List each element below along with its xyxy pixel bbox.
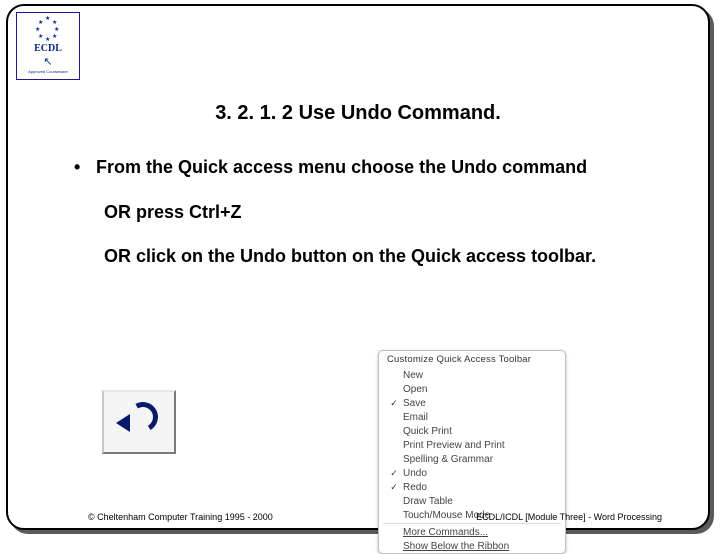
- menu-item-spelling[interactable]: Spelling & Grammar: [379, 452, 565, 466]
- menu-item-undo[interactable]: ✓Undo: [379, 466, 565, 480]
- check-icon: ✓: [385, 468, 403, 479]
- slide-frame: ★ ★ ★ ★ ★ ★ ★ ★ ECDL ↖ Approved Coursewa…: [6, 4, 710, 530]
- check-icon: ✓: [385, 482, 403, 493]
- customize-quick-access-toolbar-menu: Customize Quick Access Toolbar New Open …: [378, 350, 566, 554]
- menu-item-quick-print[interactable]: Quick Print: [379, 424, 565, 438]
- menu-title: Customize Quick Access Toolbar: [379, 351, 565, 368]
- line-3: OR click on the Undo button on the Quick…: [104, 245, 668, 268]
- l3-pre: OR click on the: [104, 246, 240, 266]
- menu-item-label: Draw Table: [403, 496, 453, 507]
- menu-item-show-below[interactable]: Show Below the Ribbon: [379, 539, 565, 553]
- cursor-icon: ↖: [43, 55, 52, 68]
- menu-item-open[interactable]: Open: [379, 382, 565, 396]
- bullet-1-text: From the Quick access menu choose the Un…: [96, 156, 668, 179]
- menu-item-label: Spelling & Grammar: [403, 454, 493, 465]
- footer-left: © Cheltenham Computer Training 1995 - 20…: [88, 512, 273, 522]
- menu-separator: [383, 523, 561, 524]
- ecdl-logo: ★ ★ ★ ★ ★ ★ ★ ★ ECDL ↖ Approved Coursewa…: [16, 12, 80, 80]
- bullet-dot-icon: •: [74, 156, 96, 178]
- l2-pre: OR press: [104, 202, 189, 222]
- menu-item-redo[interactable]: ✓Redo: [379, 480, 565, 494]
- l3-post: button on the Quick access toolbar.: [286, 246, 596, 266]
- b1-bold2: Undo: [451, 157, 497, 177]
- menu-item-label: New: [403, 370, 423, 381]
- bullet-1: • From the Quick access menu choose the …: [74, 156, 668, 179]
- undo-button-graphic: [102, 390, 176, 454]
- menu-item-label: Redo: [403, 482, 427, 493]
- logo-text: ECDL: [34, 43, 62, 54]
- menu-item-new[interactable]: New: [379, 368, 565, 382]
- eu-stars-icon: ★ ★ ★ ★ ★ ★ ★ ★: [36, 17, 60, 41]
- menu-item-label: Show Below the Ribbon: [403, 541, 509, 552]
- menu-item-save[interactable]: ✓Save: [379, 396, 565, 410]
- menu-item-email[interactable]: Email: [379, 410, 565, 424]
- b1-bold1: Quick access: [178, 157, 293, 177]
- page-title: 3. 2. 1. 2 Use Undo Command.: [8, 102, 708, 125]
- menu-item-label: Email: [403, 412, 428, 423]
- check-icon: ✓: [385, 398, 403, 409]
- menu-item-print-preview[interactable]: Print Preview and Print: [379, 438, 565, 452]
- body-content: • From the Quick access menu choose the …: [74, 156, 668, 268]
- b1-pre: From the: [96, 157, 178, 177]
- menu-items: New Open ✓Save Email Quick Print Print P…: [379, 368, 565, 522]
- footer-right: ECDL/ICDL [Module Three] - Word Processi…: [476, 512, 662, 522]
- menu-item-draw-table[interactable]: Draw Table: [379, 494, 565, 508]
- menu-item-label: Print Preview and Print: [403, 440, 505, 451]
- b1-mid: menu choose the: [293, 157, 451, 177]
- menu-item-more-commands[interactable]: More Commands...: [379, 525, 565, 539]
- l3-bold: Undo: [240, 246, 286, 266]
- line-2: OR press Ctrl+Z: [104, 201, 668, 224]
- menu-item-label: Save: [403, 398, 426, 409]
- b1-post: command: [497, 157, 587, 177]
- menu-item-label: Open: [403, 384, 427, 395]
- l2-bold: Ctrl+Z: [189, 202, 242, 222]
- menu-item-label: More Commands...: [403, 527, 488, 538]
- menu-item-label: Quick Print: [403, 426, 452, 437]
- menu-item-label: Undo: [403, 468, 427, 479]
- undo-arrow-icon: [118, 404, 160, 440]
- footer: © Cheltenham Computer Training 1995 - 20…: [8, 512, 708, 522]
- logo-tagline: Approved Courseware: [28, 70, 68, 74]
